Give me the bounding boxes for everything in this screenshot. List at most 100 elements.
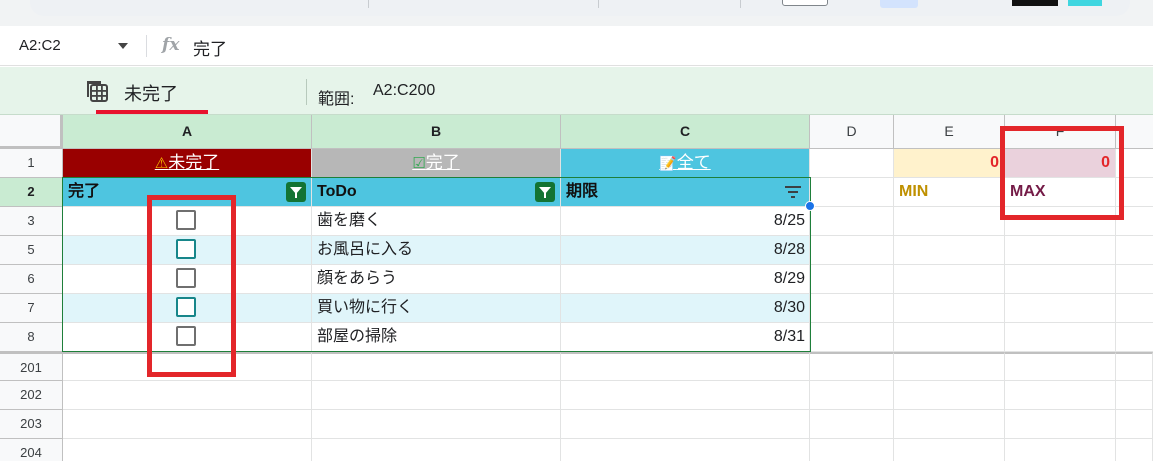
cell[interactable]	[894, 265, 1005, 294]
toolbar	[0, 0, 1153, 26]
row-header[interactable]: 203	[0, 410, 63, 439]
cell[interactable]	[1005, 236, 1116, 265]
cell[interactable]	[810, 439, 894, 461]
cell[interactable]	[312, 352, 561, 381]
cell[interactable]	[1116, 439, 1153, 461]
cell[interactable]	[894, 352, 1005, 381]
cell[interactable]	[561, 439, 810, 461]
cell[interactable]	[1005, 294, 1116, 323]
column-header-a[interactable]: A	[63, 115, 312, 149]
cell[interactable]	[1116, 410, 1153, 439]
row-header[interactable]: 1	[0, 149, 63, 178]
cell[interactable]	[810, 149, 894, 178]
cell[interactable]	[810, 207, 894, 236]
filter-link-all[interactable]: 📝全て	[561, 149, 810, 178]
row-header[interactable]: 5	[0, 236, 63, 265]
cell[interactable]	[1005, 265, 1116, 294]
cell[interactable]	[810, 265, 894, 294]
cell[interactable]	[810, 352, 894, 381]
row-header[interactable]: 7	[0, 294, 63, 323]
name-box[interactable]: A2:C2	[19, 37, 61, 54]
row-header[interactable]: 2	[0, 178, 63, 207]
toolbar-divider	[598, 0, 599, 8]
cell[interactable]	[1116, 323, 1153, 352]
column-header-d[interactable]: D	[810, 115, 894, 149]
cell[interactable]	[561, 410, 810, 439]
range-value[interactable]: A2:C200	[373, 82, 435, 100]
cell[interactable]	[1116, 236, 1153, 265]
divider	[306, 79, 307, 105]
cell[interactable]	[810, 410, 894, 439]
cell[interactable]	[63, 410, 312, 439]
toolbar-swatch[interactable]	[1012, 0, 1058, 6]
divider	[146, 35, 147, 57]
formula-input[interactable]: 完了	[193, 35, 227, 60]
toolbar-button-active[interactable]	[880, 0, 918, 8]
red-highlight-checkboxes	[147, 195, 236, 377]
toolbar-button[interactable]	[782, 0, 828, 6]
cell[interactable]	[312, 410, 561, 439]
cell[interactable]	[894, 410, 1005, 439]
cell[interactable]	[894, 439, 1005, 461]
cell[interactable]	[1116, 265, 1153, 294]
filter-view-bar: 未完了 範囲: A2:C200	[0, 67, 1153, 115]
cell[interactable]	[1005, 381, 1116, 410]
chevron-down-icon[interactable]	[118, 43, 128, 49]
cell[interactable]	[894, 207, 1005, 236]
cell[interactable]	[810, 323, 894, 352]
row-header[interactable]: 6	[0, 265, 63, 294]
cell[interactable]	[1005, 439, 1116, 461]
filter-link-incomplete[interactable]: ⚠未完了	[63, 149, 312, 178]
cell[interactable]	[894, 381, 1005, 410]
toolbar-pill	[30, 0, 1130, 16]
filter-link-complete[interactable]: ☑完了	[312, 149, 561, 178]
cell[interactable]	[1116, 294, 1153, 323]
cell[interactable]	[810, 294, 894, 323]
cell[interactable]	[1005, 323, 1116, 352]
row-header[interactable]: 202	[0, 381, 63, 410]
min-value-cell[interactable]: 0	[894, 149, 1005, 178]
cell[interactable]	[810, 236, 894, 265]
link-label: 未完了	[168, 153, 220, 172]
memo-icon: 📝	[659, 155, 677, 171]
link-label: 全て	[676, 153, 711, 172]
filter-view-name[interactable]: 未完了	[124, 80, 178, 106]
function-icon: fx	[162, 35, 180, 55]
cell[interactable]	[894, 294, 1005, 323]
checkbox-icon: ☑	[412, 155, 426, 172]
cell[interactable]	[1005, 352, 1116, 381]
column-header-c[interactable]: C	[561, 115, 810, 149]
cell[interactable]	[894, 323, 1005, 352]
cell[interactable]	[312, 381, 561, 410]
cell[interactable]	[894, 236, 1005, 265]
cell[interactable]	[312, 439, 561, 461]
cell[interactable]	[1005, 410, 1116, 439]
column-header-e[interactable]: E	[894, 115, 1005, 149]
toolbar-divider	[740, 0, 741, 8]
link-label: 完了	[425, 153, 460, 172]
cell[interactable]	[1116, 381, 1153, 410]
cell[interactable]	[810, 381, 894, 410]
row-header[interactable]: 204	[0, 439, 63, 461]
cell[interactable]	[561, 352, 810, 381]
select-all-corner[interactable]	[0, 115, 63, 149]
cell[interactable]	[63, 381, 312, 410]
row-header[interactable]: 8	[0, 323, 63, 352]
cell[interactable]	[561, 381, 810, 410]
red-underline-annotation	[96, 110, 208, 114]
warning-icon: ⚠	[154, 155, 169, 172]
red-highlight-max	[1000, 126, 1124, 220]
cell[interactable]	[63, 439, 312, 461]
range-label: 範囲:	[318, 91, 355, 108]
min-label-cell[interactable]: MIN	[894, 178, 1005, 207]
filter-view-icon[interactable]	[86, 80, 108, 102]
toolbar-swatch[interactable]	[1068, 0, 1102, 6]
cell[interactable]	[1116, 352, 1153, 381]
formula-bar: A2:C2 fx 完了	[0, 26, 1153, 66]
row-header[interactable]: 201	[0, 352, 63, 381]
cell[interactable]	[810, 178, 894, 207]
toolbar-divider	[368, 0, 369, 8]
fill-handle[interactable]	[805, 201, 815, 211]
row-header[interactable]: 3	[0, 207, 63, 236]
column-header-b[interactable]: B	[312, 115, 561, 149]
